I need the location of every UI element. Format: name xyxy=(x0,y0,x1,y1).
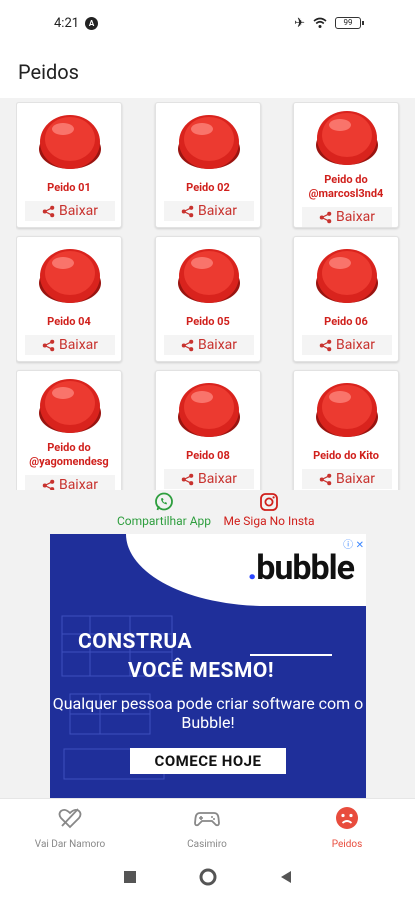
download-button[interactable]: Baixar xyxy=(302,207,392,227)
nav-label: Peidos xyxy=(331,839,363,850)
download-button[interactable]: Baixar xyxy=(302,469,392,489)
download-label: Baixar xyxy=(197,337,238,353)
system-nav-bar xyxy=(0,854,415,900)
red-button-icon[interactable] xyxy=(176,109,242,173)
ad-body: Qualquer pessoa pode criar software com … xyxy=(52,694,364,732)
card-label: Peido 06 xyxy=(324,315,368,328)
card-label: Peido 02 xyxy=(186,181,230,194)
sound-card: Peido 08 Baixar xyxy=(155,370,261,490)
recent-apps-icon[interactable] xyxy=(123,870,137,884)
download-button[interactable]: Baixar xyxy=(164,335,254,355)
content-area: Peido 01 Baixar Peido 02 Baixar Peido do… xyxy=(0,98,415,798)
instagram-label: Me Siga No Insta xyxy=(223,514,315,528)
download-label: Baixar xyxy=(335,471,376,487)
share-app-button[interactable]: Compartilhar App xyxy=(104,492,224,528)
sound-card: Peido do @marcosl3nd4 Baixar xyxy=(293,102,399,228)
sound-card: Peido 04 Baixar xyxy=(16,236,122,362)
share-icon xyxy=(42,205,55,217)
download-label: Baixar xyxy=(58,477,99,490)
download-button[interactable]: Baixar xyxy=(164,469,254,489)
download-label: Baixar xyxy=(335,209,376,225)
home-icon[interactable] xyxy=(199,868,217,886)
wifi-icon xyxy=(313,17,327,28)
card-label: Peido do Kito xyxy=(313,449,379,462)
card-label: Peido do @yagomendesg xyxy=(29,441,109,468)
download-button[interactable]: Baixar xyxy=(302,335,392,355)
share-icon xyxy=(181,339,194,351)
share-app-label: Compartilhar App xyxy=(116,514,212,528)
sound-card: Peido 05 Baixar xyxy=(155,236,261,362)
download-label: Baixar xyxy=(58,337,99,353)
whatsapp-icon xyxy=(155,492,173,511)
instagram-icon xyxy=(260,493,278,511)
nav-item-casimiro[interactable]: Casimiro xyxy=(152,805,262,850)
download-button[interactable]: Baixar xyxy=(25,335,115,355)
card-label: Peido 04 xyxy=(47,315,91,328)
red-button-icon[interactable] xyxy=(37,373,103,437)
ad-logo-text: bubble xyxy=(256,548,355,588)
card-label: Peido do @marcosl3nd4 xyxy=(308,173,384,200)
download-label: Baixar xyxy=(58,203,99,219)
sound-card: Peido 01 Baixar xyxy=(16,102,122,228)
battery-icon: 99 xyxy=(335,17,364,29)
download-label: Baixar xyxy=(197,203,238,219)
red-button-icon[interactable] xyxy=(314,105,380,169)
red-button-icon[interactable] xyxy=(314,377,380,441)
red-button-icon[interactable] xyxy=(314,243,380,307)
social-row: Compartilhar App Me Siga No Insta xyxy=(0,492,415,532)
red-button-icon[interactable] xyxy=(176,377,242,441)
airplane-icon: ✈ xyxy=(294,15,305,31)
share-icon xyxy=(319,211,332,223)
download-button[interactable]: Baixar xyxy=(25,201,115,221)
red-button-icon[interactable] xyxy=(37,243,103,307)
card-label: Peido 01 xyxy=(47,181,91,194)
share-icon xyxy=(319,473,332,485)
gamepad-icon xyxy=(194,812,220,827)
share-icon xyxy=(181,205,194,217)
nav-label: Casimiro xyxy=(187,839,227,850)
red-button-icon[interactable] xyxy=(37,109,103,173)
sound-card: Peido 06 Baixar xyxy=(293,236,399,362)
status-bar: 4:21 A ✈ 99 xyxy=(0,0,415,46)
download-button[interactable]: Baixar xyxy=(25,475,115,490)
nav-item-vai-dar-namoro[interactable]: Vai Dar Namoro xyxy=(15,805,125,850)
red-button-icon[interactable] xyxy=(176,243,242,307)
card-label: Peido 05 xyxy=(186,315,230,328)
app-bar: Peidos xyxy=(0,52,415,92)
sound-card: Peido do @yagomendesg Baixar xyxy=(16,370,122,490)
sad-face-icon xyxy=(336,807,358,829)
share-icon xyxy=(42,339,55,351)
sound-grid[interactable]: Peido 01 Baixar Peido 02 Baixar Peido do… xyxy=(16,102,404,490)
card-label: Peido 08 xyxy=(186,449,230,462)
ad-headline-1: CONSTRUA xyxy=(78,630,193,654)
download-label: Baixar xyxy=(335,337,376,353)
status-time: 4:21 xyxy=(54,15,80,31)
ad-headline-2: VOCÊ MESMO! xyxy=(128,659,275,683)
nav-label: Vai Dar Namoro xyxy=(34,839,106,850)
ad-blank-line xyxy=(250,654,332,656)
broken-heart-icon xyxy=(58,808,82,829)
back-icon[interactable] xyxy=(279,870,293,884)
share-icon xyxy=(181,473,194,485)
page-title: Peidos xyxy=(18,60,79,84)
ad-banner[interactable]: ⓘ ✕ .bubble CONSTRUA VOCÊ MESMO! Qualque… xyxy=(50,534,366,798)
ad-cta-button[interactable]: COMECE HOJE xyxy=(130,748,286,774)
nav-item-peidos[interactable]: Peidos xyxy=(292,805,402,850)
instagram-button[interactable]: Me Siga No Insta xyxy=(210,492,328,528)
bottom-nav: Vai Dar Namoro Casimiro Peidos xyxy=(0,798,415,854)
accessibility-icon: A xyxy=(85,16,99,30)
sound-card: Peido do Kito Baixar xyxy=(293,370,399,490)
download-label: Baixar xyxy=(197,471,238,487)
share-icon xyxy=(319,339,332,351)
sound-card: Peido 02 Baixar xyxy=(155,102,261,228)
download-button[interactable]: Baixar xyxy=(164,201,254,221)
ad-logo: .bubble xyxy=(247,548,355,588)
share-icon xyxy=(42,479,55,490)
